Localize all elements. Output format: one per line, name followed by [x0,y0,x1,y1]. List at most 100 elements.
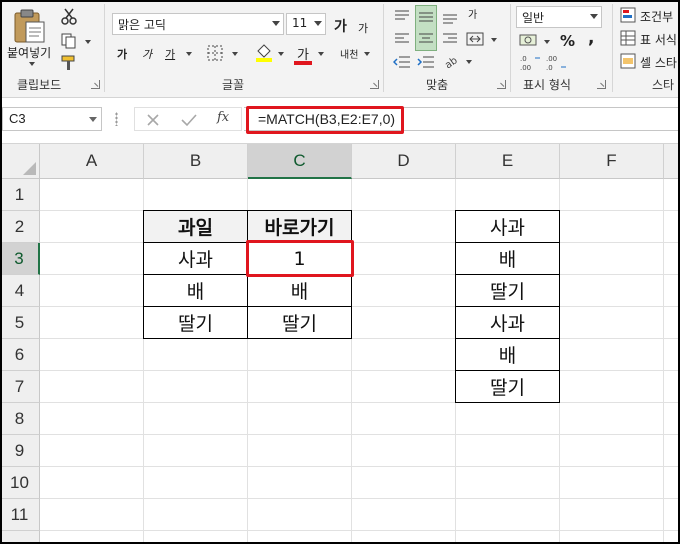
percent-button[interactable]: % [560,32,575,50]
column-header-e[interactable]: E [456,144,560,179]
align-bottom-icon[interactable] [441,8,459,26]
cell-style-button[interactable]: 셀 스타 [640,54,677,71]
spreadsheet-grid[interactable]: A B C D E F 1 2 3 4 5 6 7 8 9 10 11 과일 바… [0,144,680,544]
cell-b2[interactable]: 과일 [143,210,248,243]
row-header-12[interactable] [0,531,40,544]
merge-center-icon[interactable] [466,30,484,48]
cancel-icon[interactable] [146,113,160,127]
merge-dropdown-icon[interactable] [491,38,497,42]
insert-function-icon[interactable]: fx [217,110,229,125]
conditional-format-button[interactable]: 조건부 [640,8,673,25]
column-header-c[interactable]: C [248,144,352,179]
cell-e6[interactable]: 배 [455,338,560,371]
column-header-a[interactable]: A [40,144,144,179]
font-name-select[interactable]: 맑은 고딕 [112,13,284,35]
cell-c5[interactable]: 딸기 [247,306,352,339]
format-table-button[interactable]: 표 서식 [640,31,677,48]
row-header-7[interactable]: 7 [0,371,40,403]
row-header-3[interactable]: 3 [0,243,40,275]
phonetic-dropdown-icon[interactable] [364,52,370,56]
group-divider [104,4,105,92]
orientation-icon[interactable]: ab [443,52,461,70]
underline-button[interactable]: 가 [165,46,175,62]
column-header-f[interactable]: F [560,144,664,179]
clipboard-paste-icon [14,9,45,43]
cell-e7[interactable]: 딸기 [455,370,560,403]
underline-dropdown-icon[interactable] [186,52,192,56]
format-painter-icon[interactable] [60,54,78,72]
align-left-icon[interactable] [393,30,411,48]
gridline [40,210,680,211]
align-center-icon [419,33,433,43]
gridline [663,179,664,544]
cut-icon[interactable] [60,8,78,26]
alignment-launcher-icon[interactable] [497,80,506,89]
row-header-11[interactable]: 11 [0,499,40,531]
row-header-8[interactable]: 8 [0,403,40,435]
increase-decimal-icon[interactable]: .0.00 [520,54,542,72]
copy-icon[interactable] [60,32,78,50]
formula-bar-grip[interactable] [115,112,118,126]
accounting-format-icon[interactable] [519,32,539,50]
cell-b4[interactable]: 배 [143,274,248,307]
font-color-dropdown-icon[interactable] [318,52,324,56]
enter-check-icon[interactable] [181,113,197,127]
column-header-d[interactable]: D [352,144,456,179]
align-right-icon[interactable] [441,30,459,48]
name-box[interactable]: C3 [2,107,102,131]
italic-button[interactable]: 가 [142,46,152,62]
group-divider [383,4,384,92]
group-divider [510,4,511,92]
row-header-4[interactable]: 4 [0,275,40,307]
row-header-6[interactable]: 6 [0,339,40,371]
cell-b5[interactable]: 딸기 [143,306,248,339]
paste-button[interactable]: 붙여넣기 [6,6,52,66]
cell-e4[interactable]: 딸기 [455,274,560,307]
orientation-dropdown-icon[interactable] [466,60,472,64]
accounting-dropdown-icon[interactable] [544,40,550,44]
format-table-icon[interactable] [620,30,636,46]
cell-style-icon[interactable] [620,53,636,69]
border-dropdown-icon[interactable] [232,52,238,56]
wrap-text-button[interactable]: 가 [468,6,477,21]
grow-font-button[interactable]: 가 [334,16,347,36]
decrease-decimal-icon[interactable]: .00.0 [546,54,568,72]
shrink-font-button[interactable]: 가 [358,20,368,36]
phonetic-button[interactable]: 내천 [340,46,358,61]
number-launcher-icon[interactable] [597,80,606,89]
column-header-b[interactable]: B [144,144,248,179]
row-header-10[interactable]: 10 [0,467,40,499]
fill-color-dropdown-icon[interactable] [278,52,284,56]
conditional-format-icon[interactable] [620,7,636,23]
font-launcher-icon[interactable] [370,80,379,89]
number-format-select[interactable]: 일반 [516,6,602,28]
cell-e5[interactable]: 사과 [455,306,560,339]
select-all-button[interactable] [0,144,40,179]
font-name-value: 맑은 고딕 [118,18,166,32]
cell-c2[interactable]: 바로가기 [247,210,352,243]
svg-text:.00: .00 [520,64,531,72]
chevron-down-icon [314,21,322,26]
row-header-9[interactable]: 9 [0,435,40,467]
fill-color-icon[interactable] [255,42,273,62]
row-header-5[interactable]: 5 [0,307,40,339]
cell-e3[interactable]: 배 [455,242,560,275]
cell-b3[interactable]: 사과 [143,242,248,275]
cell-c3[interactable]: 1 [247,242,352,275]
gridline [40,466,680,467]
comma-button[interactable]: , [588,28,594,48]
row-header-1[interactable]: 1 [0,179,40,211]
font-size-select[interactable]: 11 [286,13,326,35]
column-header-g[interactable] [664,144,680,179]
copy-dropdown-icon[interactable] [85,40,91,44]
cell-e2[interactable]: 사과 [455,210,560,243]
row-header-2[interactable]: 2 [0,211,40,243]
clipboard-launcher-icon[interactable] [91,80,100,89]
border-icon[interactable] [207,45,223,61]
decrease-indent-icon[interactable] [393,54,411,70]
bold-button[interactable]: 가 [117,46,127,62]
cell-c4[interactable]: 배 [247,274,352,307]
increase-indent-icon[interactable] [417,54,435,70]
svg-text:.0: .0 [520,55,527,63]
align-top-icon[interactable] [393,8,411,26]
